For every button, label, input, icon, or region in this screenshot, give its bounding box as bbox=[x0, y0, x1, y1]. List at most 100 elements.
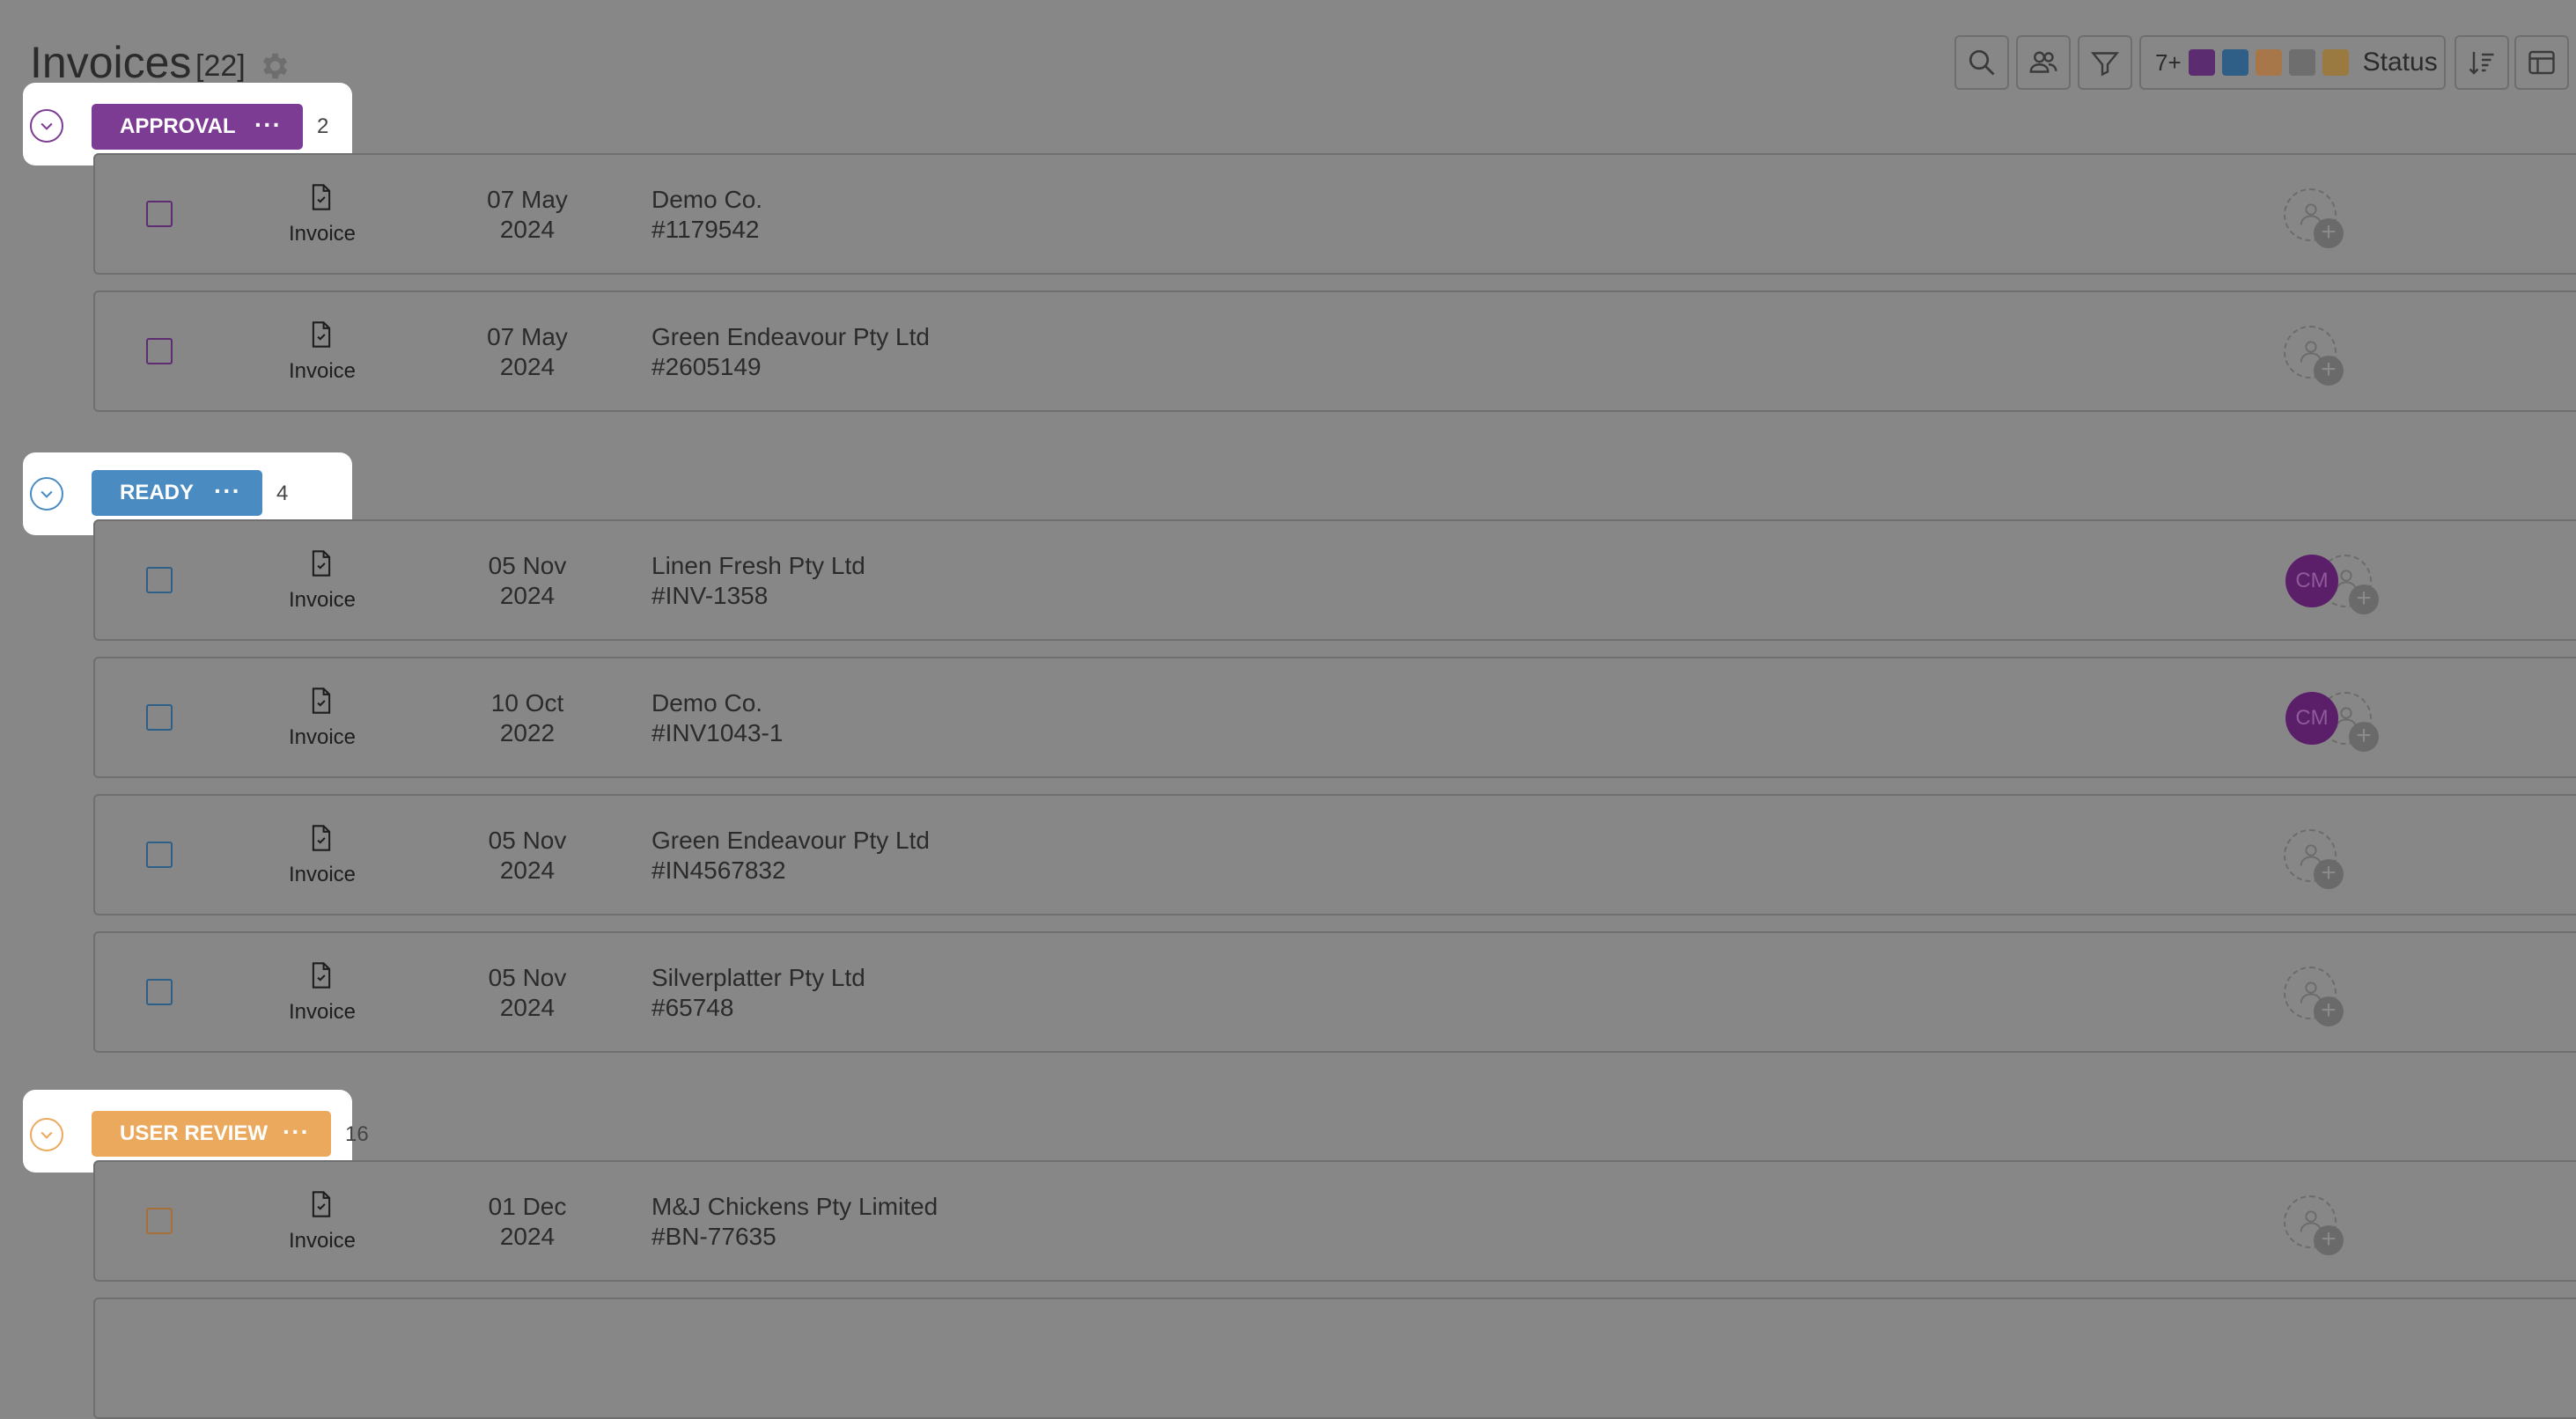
status-swatch bbox=[2288, 49, 2315, 76]
filter-button[interactable] bbox=[2078, 35, 2132, 90]
gear-icon[interactable] bbox=[257, 49, 291, 83]
vendor-name: Demo Co. bbox=[651, 186, 763, 213]
vendor-name: Green Endeavour Pty Ltd bbox=[651, 827, 930, 854]
invoice-date: 05 Nov 2024 bbox=[460, 551, 595, 611]
date-year: 2022 bbox=[499, 719, 556, 746]
plus-icon: + bbox=[2349, 722, 2379, 752]
document-icon bbox=[312, 184, 331, 210]
status-more-count: 7+ bbox=[2155, 48, 2182, 76]
table-row[interactable]: Invoice 07 May 2024 Demo Co. #1179542 + bbox=[93, 153, 2576, 275]
document-icon bbox=[312, 321, 331, 348]
group-label: READY bbox=[120, 481, 195, 504]
vendor-name: M&J Chickens Pty Limited bbox=[651, 1193, 938, 1220]
row-checkbox[interactable] bbox=[146, 201, 173, 227]
table-row[interactable]: Invoice 10 Oct 2022 Demo Co. #INV1043-1 + … bbox=[93, 657, 2576, 778]
row-checkbox[interactable] bbox=[146, 704, 173, 731]
status-filter[interactable]: 7+ Status bbox=[2139, 35, 2446, 90]
vendor-name: Silverplatter Pty Ltd bbox=[651, 964, 865, 991]
invoice-date: 05 Nov 2024 bbox=[460, 963, 595, 1023]
users-icon bbox=[2029, 51, 2057, 73]
group-pill-ready[interactable]: READY ··· bbox=[92, 470, 262, 516]
add-assignee-button[interactable]: + bbox=[2284, 188, 2344, 248]
table-row[interactable]: Invoice 01 Dec 2024 M&J Chickens Pty Limi… bbox=[93, 1160, 2576, 1282]
document-type: Invoice bbox=[288, 1000, 357, 1024]
add-assignee-button[interactable]: + bbox=[2284, 326, 2344, 386]
document-icon bbox=[312, 962, 331, 989]
document-icon bbox=[312, 825, 331, 851]
document-type: Invoice bbox=[288, 725, 357, 749]
document-type: Invoice bbox=[288, 588, 357, 612]
layout-button[interactable] bbox=[2514, 35, 2569, 90]
search-icon bbox=[1969, 49, 1995, 76]
document-type: Invoice bbox=[288, 359, 357, 383]
search-button[interactable] bbox=[1954, 35, 2009, 90]
layout-icon bbox=[2528, 50, 2555, 75]
more-icon[interactable]: ··· bbox=[214, 477, 241, 505]
more-icon[interactable]: ··· bbox=[283, 1118, 310, 1146]
plus-icon: + bbox=[2349, 585, 2379, 614]
vendor-info: Demo Co. #1179542 bbox=[651, 185, 762, 245]
document-icon bbox=[312, 1191, 331, 1217]
date-year: 2024 bbox=[499, 994, 556, 1021]
group-label: USER REVIEW bbox=[120, 1121, 269, 1145]
avatar[interactable]: CM bbox=[2285, 692, 2338, 745]
date-year: 2024 bbox=[499, 582, 556, 609]
group-label: APPROVAL bbox=[120, 114, 236, 138]
document-icon bbox=[312, 550, 331, 577]
invoice-number: #65748 bbox=[651, 994, 734, 1021]
table-row[interactable]: Invoice 07 May 2024 Green Endeavour Pty L… bbox=[93, 290, 2576, 412]
group-toggle-ready[interactable] bbox=[30, 477, 63, 511]
add-assignee-button[interactable]: + bbox=[2284, 829, 2344, 889]
row-checkbox[interactable] bbox=[146, 842, 173, 868]
table-row[interactable]: Invoice 05 Nov 2024 Silverplatter Pty Ltd… bbox=[93, 931, 2576, 1053]
date-year: 2024 bbox=[499, 1223, 556, 1250]
group-toggle-approval[interactable] bbox=[30, 109, 63, 143]
date-year: 2024 bbox=[499, 216, 556, 243]
status-swatch bbox=[2188, 49, 2215, 76]
table-row[interactable] bbox=[93, 1298, 2576, 1419]
date-day: 07 May bbox=[487, 186, 568, 213]
group-pill-user-review[interactable]: USER REVIEW ··· bbox=[92, 1111, 331, 1157]
date-year: 2024 bbox=[499, 857, 556, 884]
vendor-name: Green Endeavour Pty Ltd bbox=[651, 323, 930, 350]
invoice-date: 07 May 2024 bbox=[460, 185, 595, 245]
document-type: Invoice bbox=[288, 1229, 357, 1253]
group-pill-approval[interactable]: APPROVAL ··· bbox=[92, 104, 303, 150]
group-toggle-user-review[interactable] bbox=[30, 1118, 63, 1151]
date-day: 05 Nov bbox=[488, 964, 567, 991]
row-checkbox[interactable] bbox=[146, 338, 173, 364]
row-checkbox[interactable] bbox=[146, 567, 173, 593]
vendor-info: Green Endeavour Pty Ltd #IN4567832 bbox=[651, 826, 930, 886]
invoice-number: #INV1043-1 bbox=[651, 719, 784, 746]
invoice-number: #1179542 bbox=[651, 216, 760, 243]
plus-icon: + bbox=[2314, 859, 2344, 889]
date-day: 05 Nov bbox=[488, 552, 567, 579]
sort-icon bbox=[2469, 52, 2494, 75]
invoice-number: #2605149 bbox=[651, 353, 762, 380]
invoice-number: #BN-77635 bbox=[651, 1223, 776, 1250]
sort-button[interactable] bbox=[2455, 35, 2509, 90]
chevron-down-icon bbox=[40, 1131, 53, 1139]
vendor-info: Green Endeavour Pty Ltd #2605149 bbox=[651, 322, 930, 382]
more-icon[interactable]: ··· bbox=[254, 111, 282, 139]
users-button[interactable] bbox=[2016, 35, 2071, 90]
status-swatch bbox=[2221, 49, 2248, 76]
invoice-date: 01 Dec 2024 bbox=[460, 1192, 595, 1252]
invoice-date: 07 May 2024 bbox=[460, 322, 595, 382]
row-checkbox[interactable] bbox=[146, 1208, 173, 1234]
invoice-date: 10 Oct 2022 bbox=[460, 688, 595, 748]
table-row[interactable]: Invoice 05 Nov 2024 Linen Fresh Pty Ltd #I… bbox=[93, 519, 2576, 641]
group-count: 2 bbox=[317, 114, 329, 138]
date-year: 2024 bbox=[499, 353, 556, 380]
row-checkbox[interactable] bbox=[146, 979, 173, 1005]
date-day: 10 Oct bbox=[490, 689, 564, 717]
document-type: Invoice bbox=[288, 863, 357, 886]
status-swatch bbox=[2322, 49, 2349, 76]
vendor-info: Linen Fresh Pty Ltd #INV-1358 bbox=[651, 551, 865, 611]
vendor-info: M&J Chickens Pty Limited #BN-77635 bbox=[651, 1192, 938, 1252]
add-assignee-button[interactable]: + bbox=[2284, 1195, 2344, 1255]
avatar[interactable]: CM bbox=[2285, 555, 2338, 607]
table-row[interactable]: Invoice 05 Nov 2024 Green Endeavour Pty L… bbox=[93, 794, 2576, 915]
group-count: 4 bbox=[276, 482, 289, 505]
add-assignee-button[interactable]: + bbox=[2284, 967, 2344, 1026]
